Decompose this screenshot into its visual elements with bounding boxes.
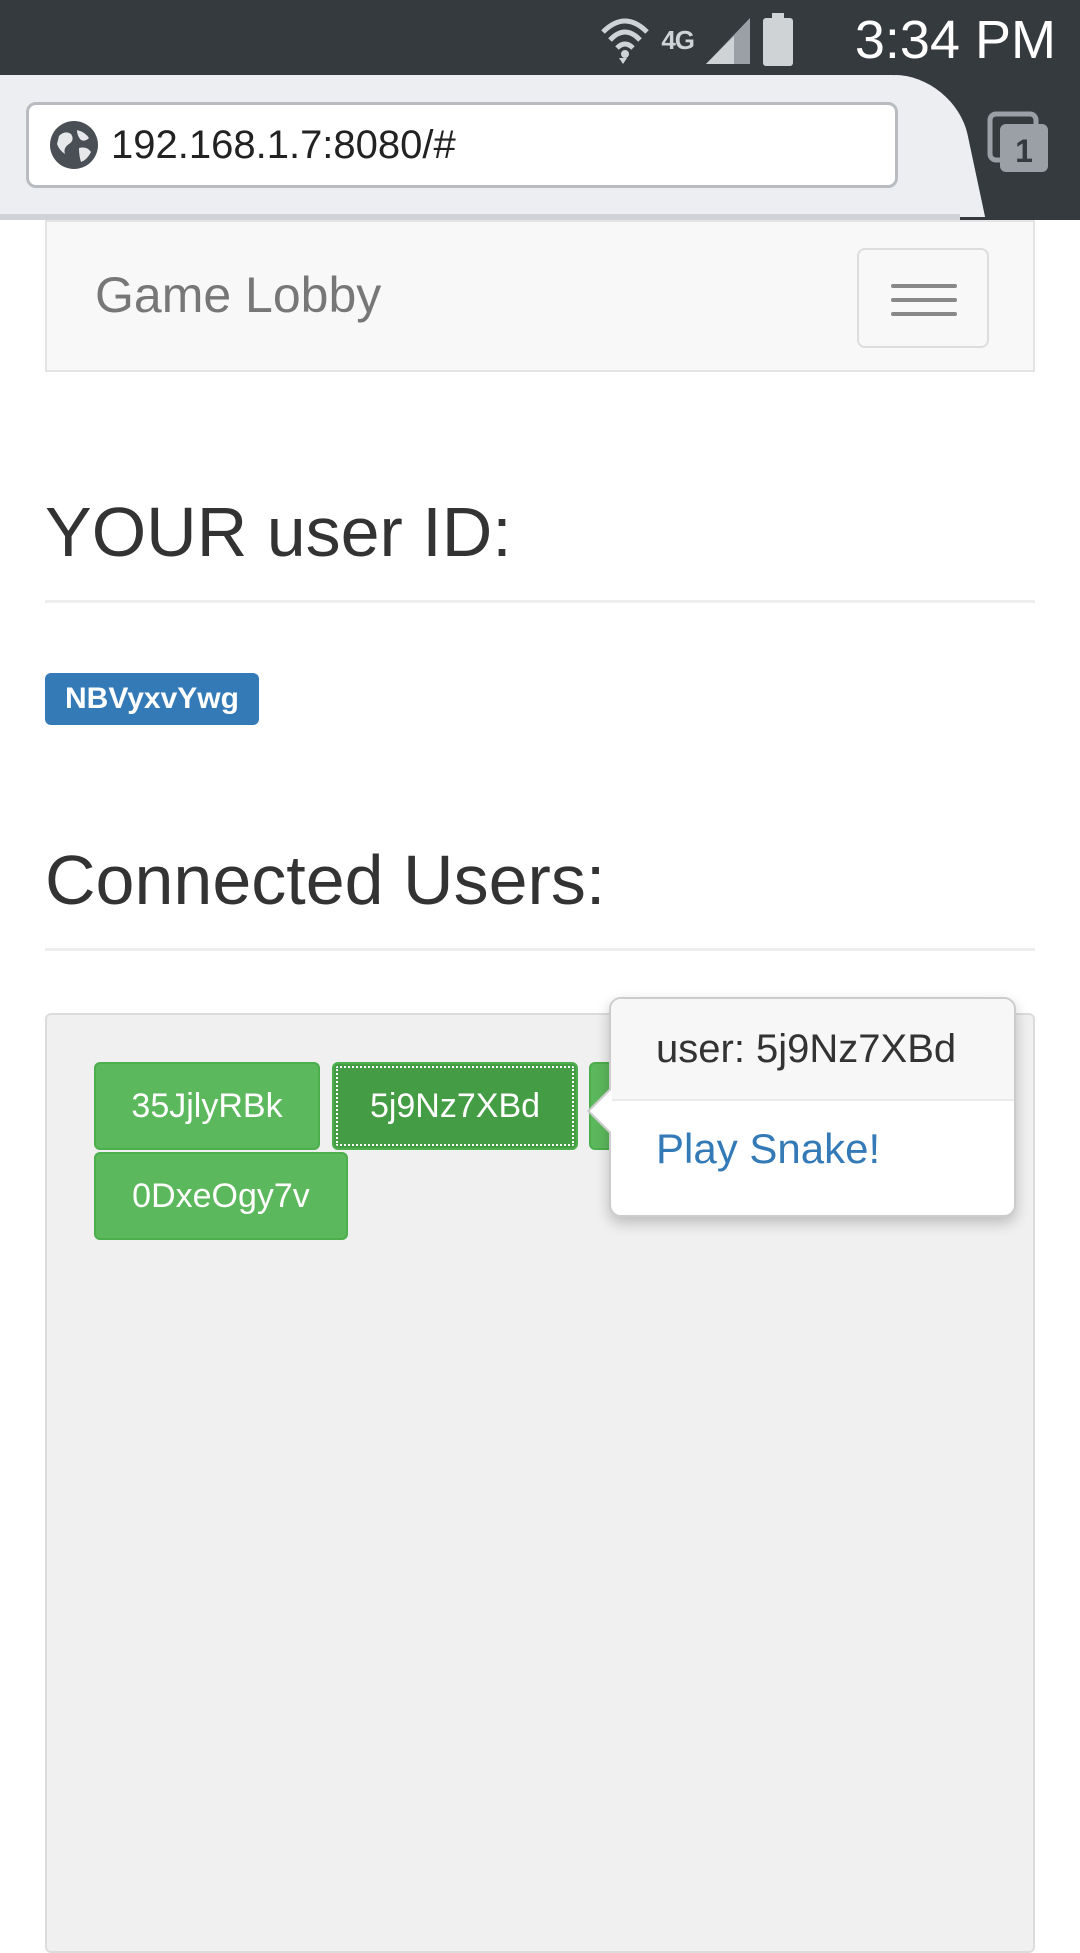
popover-arrow-inner bbox=[590, 1089, 612, 1133]
navbar: Game Lobby bbox=[45, 220, 1035, 372]
user-id-badge: NBVyxvYwg bbox=[45, 673, 259, 725]
your-id-heading: YOUR user ID: bbox=[45, 493, 512, 571]
hamburger-icon-bar bbox=[891, 312, 957, 316]
status-bar: 4G 3:34 PM bbox=[0, 0, 1080, 80]
network-type: 4G bbox=[661, 24, 695, 55]
user-button[interactable]: 35JjlyRBk bbox=[94, 1062, 320, 1150]
connected-users-heading: Connected Users: bbox=[45, 841, 606, 919]
hamburger-icon bbox=[891, 284, 957, 288]
divider bbox=[45, 600, 1035, 603]
popover-title: user: 5j9Nz7XBd bbox=[611, 999, 1014, 1101]
signal-icon bbox=[706, 18, 750, 64]
hamburger-icon-bar bbox=[891, 298, 957, 302]
clock: 3:34 PM bbox=[854, 10, 1056, 70]
wifi-icon bbox=[601, 18, 650, 64]
globe-icon bbox=[50, 121, 98, 169]
status-icons: 4G bbox=[599, 8, 794, 72]
navbar-brand[interactable]: Game Lobby bbox=[95, 266, 381, 324]
battery-icon bbox=[763, 13, 793, 66]
address-bar[interactable]: 192.168.1.7:8080/# bbox=[26, 102, 898, 188]
user-button-selected[interactable]: 5j9Nz7XBd bbox=[332, 1062, 578, 1150]
navbar-toggle-button[interactable] bbox=[857, 248, 989, 348]
user-button[interactable]: 0DxeOgy7v bbox=[94, 1152, 348, 1240]
url-text: 192.168.1.7:8080/# bbox=[111, 122, 456, 167]
browser-toolbar: 192.168.1.7:8080/# 1 bbox=[0, 75, 1080, 220]
tab-switcher-button[interactable]: 1 bbox=[986, 110, 1052, 176]
tab-count: 1 bbox=[1015, 133, 1033, 169]
user-popover: user: 5j9Nz7XBd Play Snake! bbox=[587, 997, 1016, 1217]
divider bbox=[45, 948, 1035, 951]
play-snake-link[interactable]: Play Snake! bbox=[656, 1125, 880, 1173]
